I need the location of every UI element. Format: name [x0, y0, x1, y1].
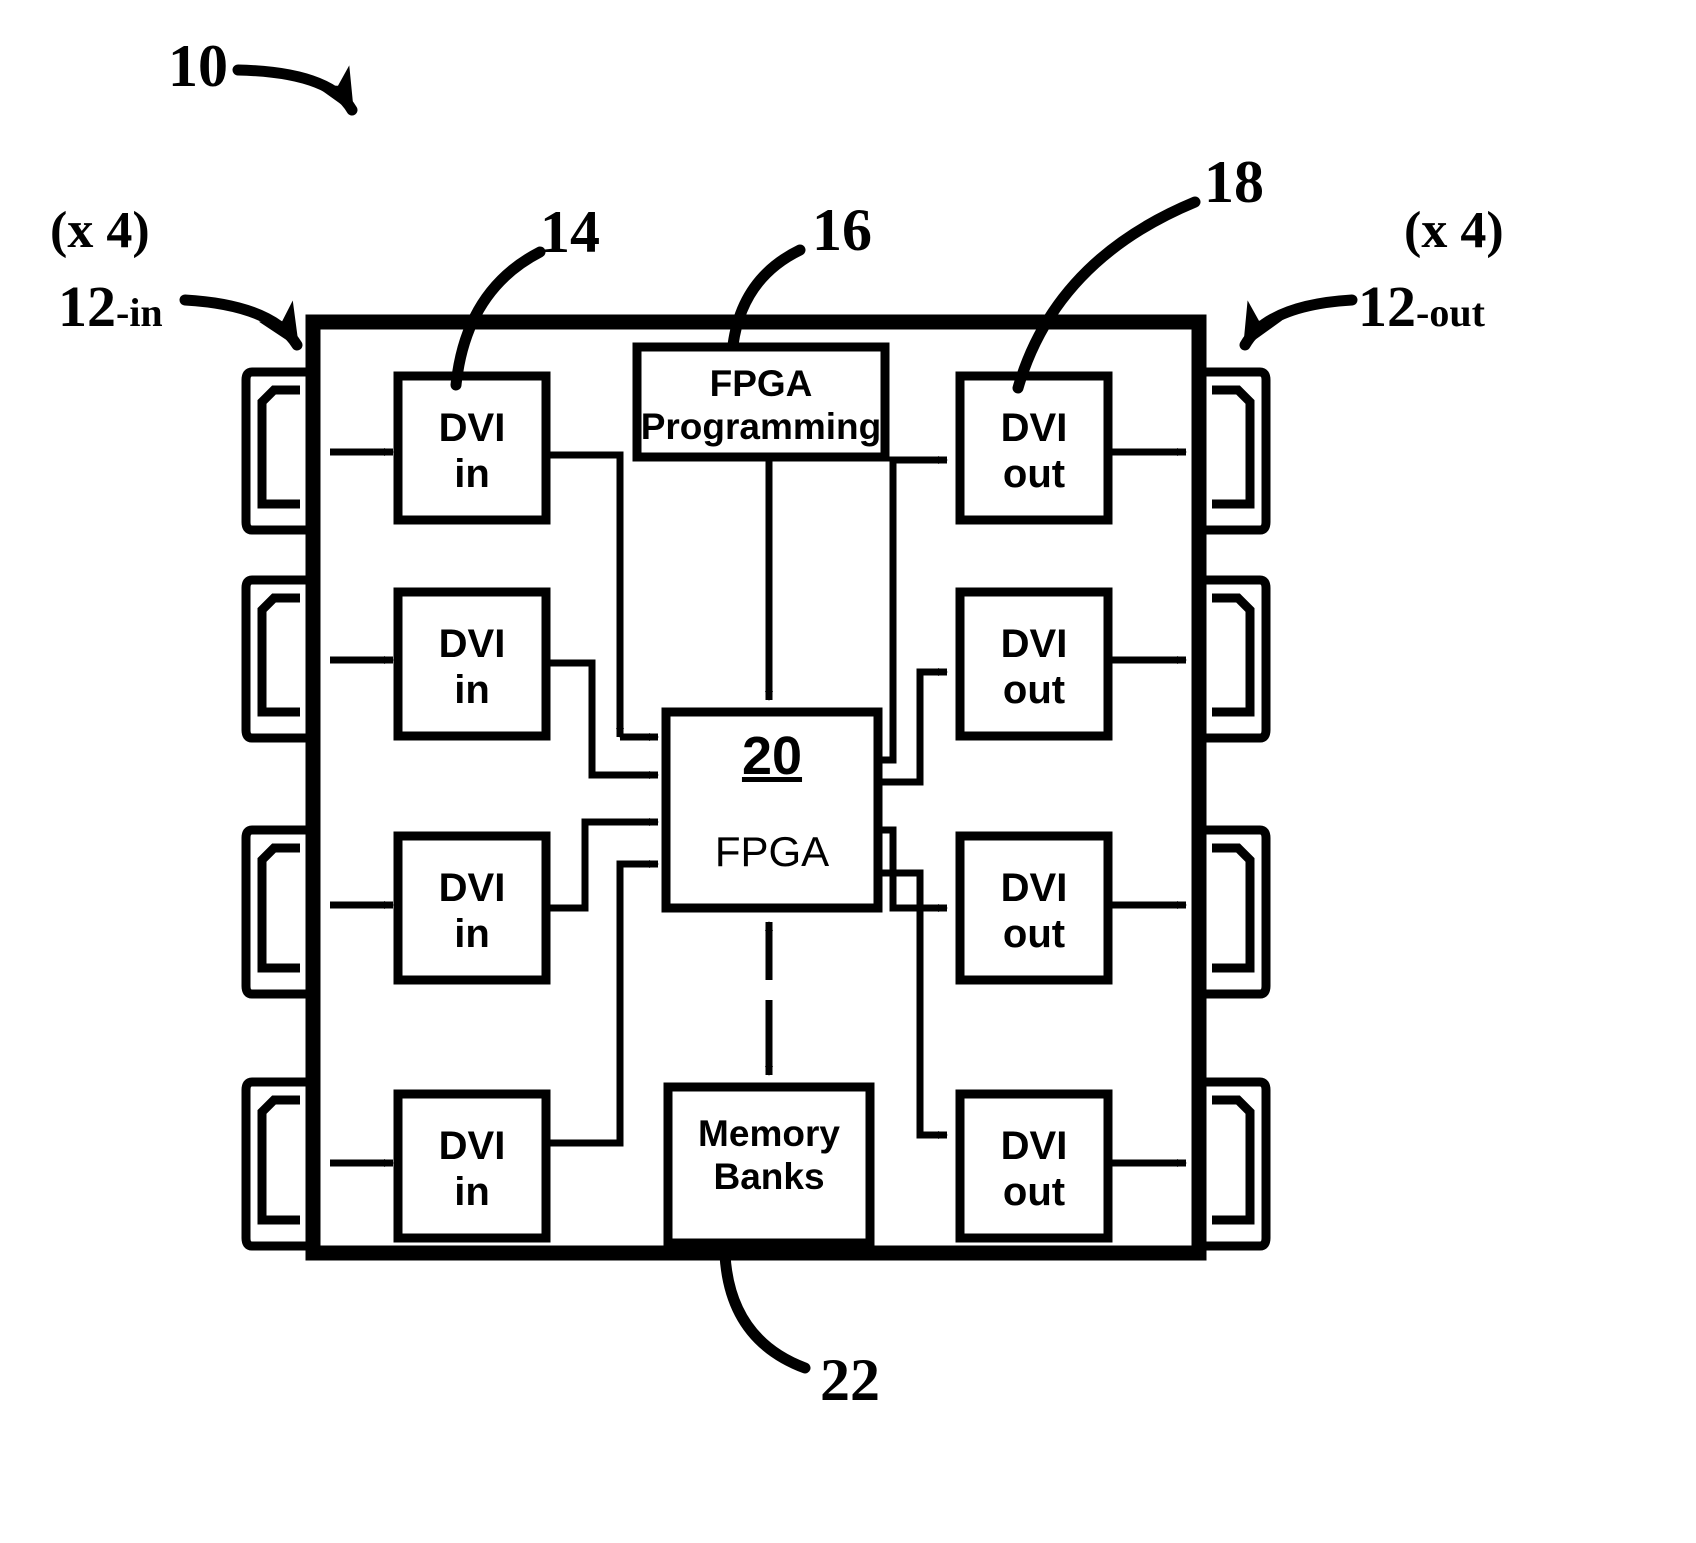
- dvi-out-label-1-line1: DVI: [1000, 406, 1068, 450]
- callout-12-out-base: 12: [1358, 274, 1416, 339]
- fpga-programming-label: FPGA Programming: [637, 363, 885, 449]
- dvi-input-connector-1: [241, 367, 307, 535]
- dvi-in-label-4: DVI in: [398, 1123, 546, 1216]
- dvi-out-label-3-line1: DVI: [1000, 866, 1068, 910]
- fpga-ref-label: 20: [741, 726, 803, 786]
- dvi-output-connector-3: [1205, 825, 1271, 999]
- memory-banks-label-line2: Banks: [713, 1155, 825, 1197]
- dvi-output-connector-2: [1205, 575, 1271, 743]
- dvi-out-label-3: DVI out: [960, 865, 1108, 958]
- dvi-in-label-4-line1: DVI: [438, 1124, 506, 1168]
- dvi-out-label-3-line2: out: [1002, 912, 1066, 957]
- leader-10: [232, 64, 358, 116]
- dvi-in-label-1: DVI in: [398, 405, 546, 498]
- dvi-out-label-4: DVI out: [960, 1123, 1108, 1216]
- dvi-in-label-2-line2: in: [454, 668, 490, 713]
- memory-banks-label: Memory Banks: [668, 1113, 870, 1199]
- callout-12-in-base: 12: [58, 274, 116, 339]
- callout-12-in: 12-in: [58, 278, 163, 336]
- dvi-input-connector-4: [241, 1077, 307, 1251]
- dvi-in-label-4-line2: in: [454, 1170, 490, 1215]
- callout-12-out-suffix: -out: [1416, 290, 1485, 335]
- fpga-programming-label-line1: FPGA: [709, 363, 813, 404]
- dvi-output-connector-1: [1205, 367, 1271, 535]
- fpga-label: FPGA: [714, 828, 830, 875]
- dvi-out-label-2: DVI out: [960, 621, 1108, 714]
- leader-12in: [179, 294, 303, 351]
- callout-input-multiplicity: (x 4): [50, 202, 150, 259]
- memory-banks-label-line1: Memory: [698, 1113, 840, 1154]
- dvi-out-label-4-line1: DVI: [1000, 1124, 1068, 1168]
- dvi-out-label-1: DVI out: [960, 405, 1108, 498]
- callout-12-in-suffix: -in: [116, 290, 163, 335]
- dvi-in-label-3-line2: in: [454, 912, 490, 957]
- dvi-in-label-3-line1: DVI: [438, 866, 506, 910]
- leader-12out: [1239, 294, 1358, 351]
- dvi-out-label-4-line2: out: [1002, 1170, 1066, 1215]
- callout-12-out: 12-out: [1358, 278, 1485, 336]
- dvi-input-connector-3: [241, 825, 307, 999]
- callout-18: 18: [1204, 149, 1264, 215]
- dvi-out-label-2-line2: out: [1002, 668, 1066, 713]
- fpga-programming-label-line2: Programming: [640, 405, 882, 447]
- dvi-out-label-2-line1: DVI: [1000, 622, 1068, 666]
- callout-16: 16: [812, 197, 872, 263]
- figure-canvas: 10 (x 4) 12-in 14 16 18 (x 4) 12-out 22 …: [0, 0, 1696, 1543]
- dvi-output-connector-4: [1205, 1077, 1271, 1251]
- dvi-in-label-1-line2: in: [454, 452, 490, 497]
- callout-output-multiplicity: (x 4): [1404, 202, 1504, 259]
- leader-22: [719, 1249, 811, 1374]
- dvi-out-label-1-line2: out: [1002, 452, 1066, 497]
- dvi-in-label-3: DVI in: [398, 865, 546, 958]
- dvi-in-label-2-line1: DVI: [438, 622, 506, 666]
- callout-10: 10: [168, 33, 228, 99]
- callout-14: 14: [540, 199, 600, 265]
- dvi-in-label-1-line1: DVI: [438, 406, 506, 450]
- callout-22: 22: [820, 1347, 880, 1413]
- dvi-in-label-2: DVI in: [398, 621, 546, 714]
- dvi-input-connector-2: [241, 575, 307, 743]
